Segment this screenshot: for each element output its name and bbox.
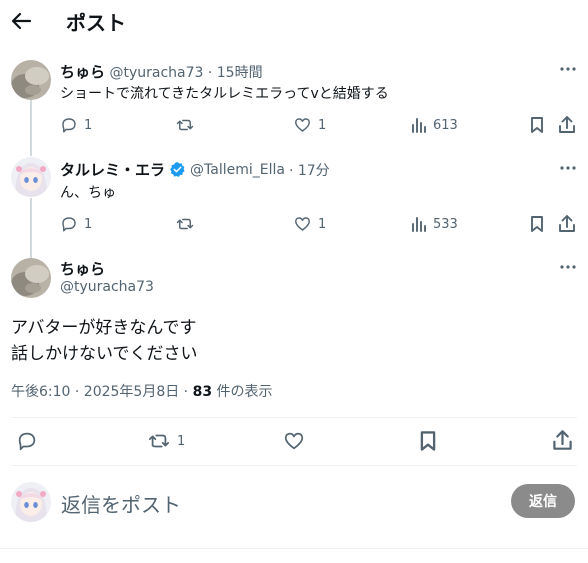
avatar[interactable]	[11, 258, 51, 298]
anime-girl-avatar-icon	[11, 482, 51, 522]
repost-button[interactable]	[175, 116, 195, 134]
photo-avatar-icon	[11, 60, 51, 100]
heart-icon	[295, 217, 310, 231]
divider	[11, 417, 577, 418]
back-button[interactable]	[8, 8, 36, 34]
post-meta: 午後6:10 · 2025年5月8日 · 83 件の表示	[11, 381, 273, 401]
reply-icon	[18, 432, 36, 451]
author-name[interactable]: ちゅら	[60, 258, 105, 279]
author-handle[interactable]: @tyuracha73	[109, 65, 203, 81]
like-count: 1	[318, 117, 327, 133]
reply-1-header: ちゅら @tyuracha73 · 15時間	[60, 61, 263, 82]
repost-icon	[176, 218, 194, 230]
reply-button[interactable]	[16, 430, 38, 452]
bookmark-icon	[531, 216, 543, 232]
repost-count: 1	[177, 433, 186, 449]
more-icon	[560, 265, 576, 269]
like-button[interactable]	[283, 430, 305, 452]
view-count: 533	[433, 216, 458, 232]
divider	[11, 465, 577, 466]
avatar[interactable]	[11, 157, 51, 197]
back-arrow-icon	[11, 12, 32, 30]
repost-button[interactable]: 1	[147, 430, 185, 452]
author-name[interactable]: ちゅら	[60, 63, 105, 81]
share-icon	[559, 215, 575, 232]
post-text-line-2: 話しかけないでください	[11, 344, 198, 364]
more-button[interactable]	[558, 62, 578, 76]
like-button[interactable]: 1	[293, 215, 326, 233]
divider	[0, 548, 588, 549]
reply-button[interactable]: 1	[60, 116, 92, 134]
reply-count: 1	[84, 117, 93, 133]
thread-line	[30, 198, 32, 258]
more-button[interactable]	[558, 161, 578, 175]
repost-button[interactable]	[175, 215, 195, 233]
bookmark-button[interactable]	[529, 116, 545, 134]
post-text: ショートで流れてきたタルレミエラってvと結婚する	[60, 86, 389, 102]
anime-girl-avatar-icon	[11, 157, 51, 197]
more-icon	[560, 67, 576, 71]
share-button[interactable]	[552, 429, 573, 451]
share-icon	[559, 116, 575, 133]
views-button[interactable]: 613	[411, 116, 458, 134]
views-icon	[412, 217, 426, 232]
post-timestamp[interactable]: 午後6:10 · 2025年5月8日 ·	[11, 384, 193, 400]
like-count: 1	[318, 216, 327, 232]
page-title: ポスト	[66, 11, 126, 35]
bookmark-icon	[531, 117, 543, 133]
reply-icon	[62, 118, 76, 133]
photo-avatar-icon	[11, 258, 51, 298]
bookmark-button[interactable]	[418, 430, 438, 452]
post-text: ん、ちゅ	[60, 185, 116, 201]
reply-icon	[62, 217, 76, 232]
repost-icon	[176, 119, 194, 131]
like-button[interactable]: 1	[293, 116, 326, 134]
thread-line	[30, 100, 32, 156]
views-label: 件の表示	[212, 384, 273, 400]
reply-count: 1	[84, 216, 93, 232]
heart-icon	[295, 118, 310, 132]
views-icon	[412, 118, 426, 133]
post-time[interactable]: · 15時間	[208, 65, 263, 81]
heart-icon	[284, 432, 304, 450]
reply-2-header: タルレミ・エラ @Tallemi_Ella · 17分	[60, 159, 330, 180]
avatar	[11, 482, 51, 522]
share-button[interactable]	[558, 115, 576, 134]
reply-submit-button[interactable]: 返信	[511, 484, 575, 518]
share-icon	[553, 430, 572, 450]
share-button[interactable]	[558, 214, 576, 233]
repost-icon	[148, 434, 170, 448]
bookmark-button[interactable]	[529, 215, 545, 233]
reply-button[interactable]: 1	[60, 215, 92, 233]
post-time[interactable]: · 17分	[289, 160, 330, 180]
more-icon	[560, 166, 576, 170]
reply-composer-input[interactable]: 返信をポスト	[61, 489, 181, 518]
view-count: 613	[433, 117, 458, 133]
more-button[interactable]	[558, 260, 578, 274]
bookmark-icon	[420, 431, 436, 451]
author-handle[interactable]: @tyuracha73	[60, 279, 154, 295]
author-name[interactable]: タルレミ・エラ	[60, 159, 165, 180]
post-text-line-1: アバターが好きなんです	[11, 318, 197, 338]
verified-badge-icon	[170, 162, 185, 177]
views-button[interactable]: 533	[411, 215, 458, 233]
author-handle[interactable]: @Tallemi_Ella	[190, 162, 285, 178]
avatar[interactable]	[11, 60, 51, 100]
views-count: 83	[192, 384, 213, 400]
